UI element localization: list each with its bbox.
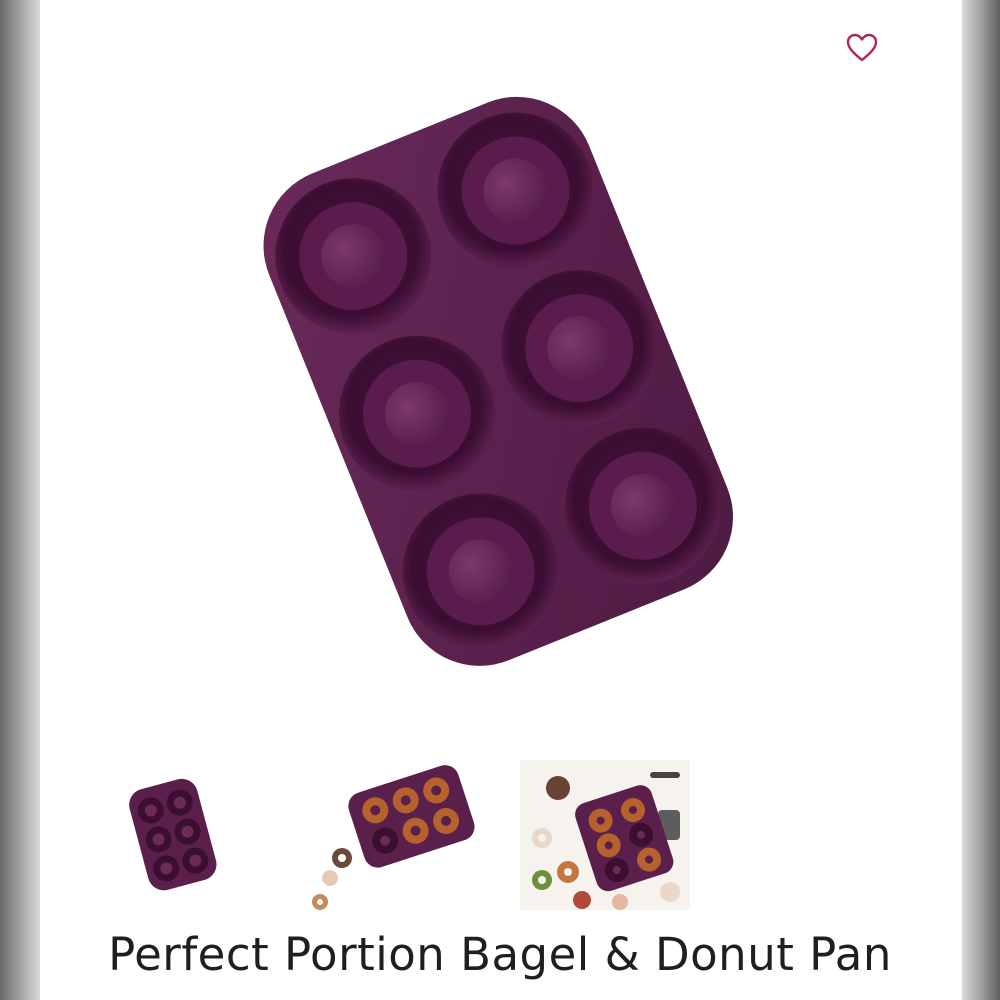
thumbnail-1[interactable]	[110, 760, 240, 910]
favorite-button[interactable]	[842, 30, 882, 66]
thumbnail-2[interactable]	[300, 760, 490, 910]
thumbnail-strip	[0, 760, 1000, 910]
donut-pan	[263, 96, 733, 666]
product-title: Perfect Portion Bagel & Donut Pan	[108, 928, 892, 981]
heart-outline-icon	[846, 33, 878, 62]
product-main-image	[263, 96, 733, 666]
thumbnail-3[interactable]	[520, 760, 690, 910]
